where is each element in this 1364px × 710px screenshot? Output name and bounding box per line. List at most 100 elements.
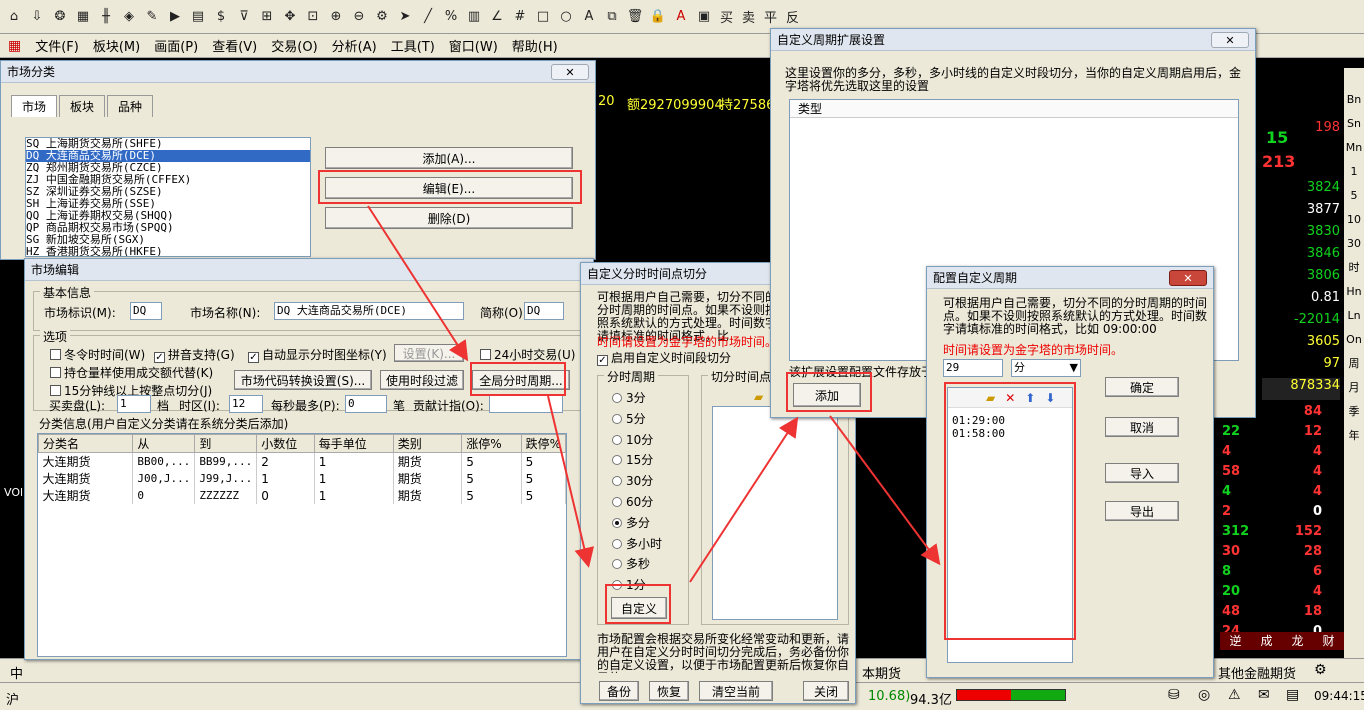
kline-icon[interactable]: ╫ [96,6,116,28]
tab-finance[interactable]: 财 [1322,632,1334,650]
gear-icon[interactable]: ⚙ [372,6,392,28]
market-id-input[interactable]: DQ [130,302,162,320]
menu-help[interactable]: 帮助(H) [512,36,558,55]
home-icon[interactable]: ⌂ [4,6,24,28]
24h-trade-checkbox[interactable]: 24小时交易(U) [480,346,575,363]
globe-icon[interactable]: ◎ [1198,687,1210,703]
edit-icon[interactable]: ✎ [142,6,162,28]
tab-variety[interactable]: 品种 [107,95,154,117]
menu-view[interactable]: 查看(V) [212,36,257,55]
filter-icon[interactable]: ⊽ [234,6,254,28]
layout-icon[interactable]: ▦ [73,6,93,28]
news-icon[interactable]: ▤ [1286,687,1299,703]
bidask-input[interactable]: 1 [117,395,151,413]
money-icon[interactable]: ✉ [1258,687,1270,703]
radio-15min[interactable]: 15分 [612,450,662,471]
fit-icon[interactable]: ⊞ [257,6,277,28]
edit-button[interactable]: 编辑(E)... [325,177,573,199]
menu-file[interactable]: 文件(F) [35,36,79,55]
radio-1min[interactable]: 1分 [612,575,662,596]
bottom-tab-futures[interactable]: 本期货 [862,663,901,682]
tab-sector[interactable]: 板块 [59,95,106,117]
warning-icon[interactable]: ⚠ [1228,687,1241,703]
code-convert-button[interactable]: 市场代码转换设置(S)... [234,370,372,390]
diamond-icon[interactable]: ◈ [119,6,139,28]
period-number-input[interactable]: 29 [943,359,1003,377]
doc-icon[interactable]: ▤ [188,6,208,28]
close-button[interactable]: ✕ [1211,32,1249,48]
grid-icon[interactable]: # [510,6,530,28]
split-points-list[interactable] [712,406,838,620]
color-icon[interactable]: A [671,6,691,28]
radio-3min[interactable]: 3分 [612,388,662,409]
period-year[interactable]: 年 [1344,424,1364,448]
down-arrow-icon[interactable]: ⬇ [1045,391,1055,405]
buy-button[interactable]: 买 [717,7,736,26]
period-month[interactable]: 月 [1344,376,1364,400]
custom-button[interactable]: 自定义 [611,597,667,619]
angle-icon[interactable]: ∠ [487,6,507,28]
col-name[interactable]: 分类名 [38,434,134,453]
per-second-input[interactable]: 0 [345,395,387,413]
radio-60min[interactable]: 60分 [612,492,662,513]
period-30[interactable]: 30 [1344,232,1364,256]
folder-icon[interactable]: ▰ [754,390,763,404]
close-button[interactable]: ✕ [551,64,589,80]
menu-trade[interactable]: 交易(O) [271,36,317,55]
settings-button[interactable]: 设置(K)... [394,344,464,362]
menu-sector[interactable]: 板块(M) [93,36,140,55]
menu-window[interactable]: 窗口(W) [449,36,498,55]
close-button[interactable]: 关闭 [803,681,849,701]
dollar-icon[interactable]: $ [211,6,231,28]
period-sn[interactable]: Sn [1344,112,1364,136]
zoom-out-icon[interactable]: ⊖ [349,6,369,28]
market-name-input[interactable]: DQ 大连商品交易所(DCE) [274,302,464,320]
auto-axis-checkbox[interactable]: ✓ 自动显示分时图坐标(Y) [248,346,387,363]
rect-icon[interactable]: □ [533,6,553,28]
period-ln[interactable]: Ln [1344,304,1364,328]
radio-multi-hour[interactable]: 多小时 [612,534,662,555]
clear-button[interactable]: 清空当前 [699,681,773,701]
play-icon[interactable]: ▶ [165,6,185,28]
table-row[interactable]: 大连期货 0 ZZZZZZ 0 1 期货 5 5 [38,487,566,504]
close-button[interactable]: ✕ [1169,270,1207,286]
col-limit-up[interactable]: 涨停% [461,434,522,453]
download-icon[interactable]: ⇩ [27,6,47,28]
col-lot[interactable]: 每手单位 [313,434,394,453]
reverse-button[interactable]: 反 [783,7,802,26]
period-on[interactable]: On [1344,328,1364,352]
percent-icon[interactable]: % [441,6,461,28]
tab-deal[interactable]: 成 [1260,632,1272,650]
add-button[interactable]: 添加 [793,383,861,407]
move-icon[interactable]: ✥ [280,6,300,28]
contrib-input[interactable] [489,395,563,413]
radio-5min[interactable]: 5分 [612,409,662,430]
enable-split-checkbox[interactable]: ✓ 启用自定义时间段切分 [597,349,731,366]
import-button[interactable]: 导入 [1105,463,1179,483]
radio-10min[interactable]: 10分 [612,430,662,451]
lock-icon[interactable]: 🔒 [648,6,668,28]
line-icon[interactable]: ╱ [418,6,438,28]
arrow-icon[interactable]: ➤ [395,6,415,28]
period-week[interactable]: 周 [1344,352,1364,376]
bottom-tab-other-futures[interactable]: 其他金融期货 [1218,663,1296,682]
radio-multi-sec[interactable]: 多秒 [612,554,662,575]
col-type[interactable]: 类别 [392,434,463,453]
sell-button[interactable]: 卖 [739,7,758,26]
winter-time-checkbox[interactable]: 冬令时时间(W) [50,346,145,363]
zoom-in-icon[interactable]: ⊕ [326,6,346,28]
list-item[interactable]: 01:58:00 [948,427,1072,440]
refresh-icon[interactable]: ❂ [50,6,70,28]
db-icon[interactable]: ⛁ [1168,687,1180,703]
market-list[interactable]: SQ 上海期货交易所(SHFE) DQ 大连商品交易所(DCE) ZQ 郑州期货… [25,137,311,257]
table-row[interactable]: 大连期货 J00,J... J99,J... 1 1 期货 5 5 [38,470,566,487]
period-quarter[interactable]: 季 [1344,400,1364,424]
menu-tools[interactable]: 工具(T) [391,36,435,55]
abbr-input[interactable]: DQ [524,302,564,320]
tab-market[interactable]: 市场 [11,95,58,117]
folder-icon[interactable]: ▰ [986,391,995,405]
menu-analysis[interactable]: 分析(A) [332,36,377,55]
pinyin-checkbox[interactable]: ✓ 拼音支持(G) [154,346,235,363]
menu-screen[interactable]: 画面(P) [154,36,198,55]
col-limit-down[interactable]: 跌停% [520,434,566,453]
